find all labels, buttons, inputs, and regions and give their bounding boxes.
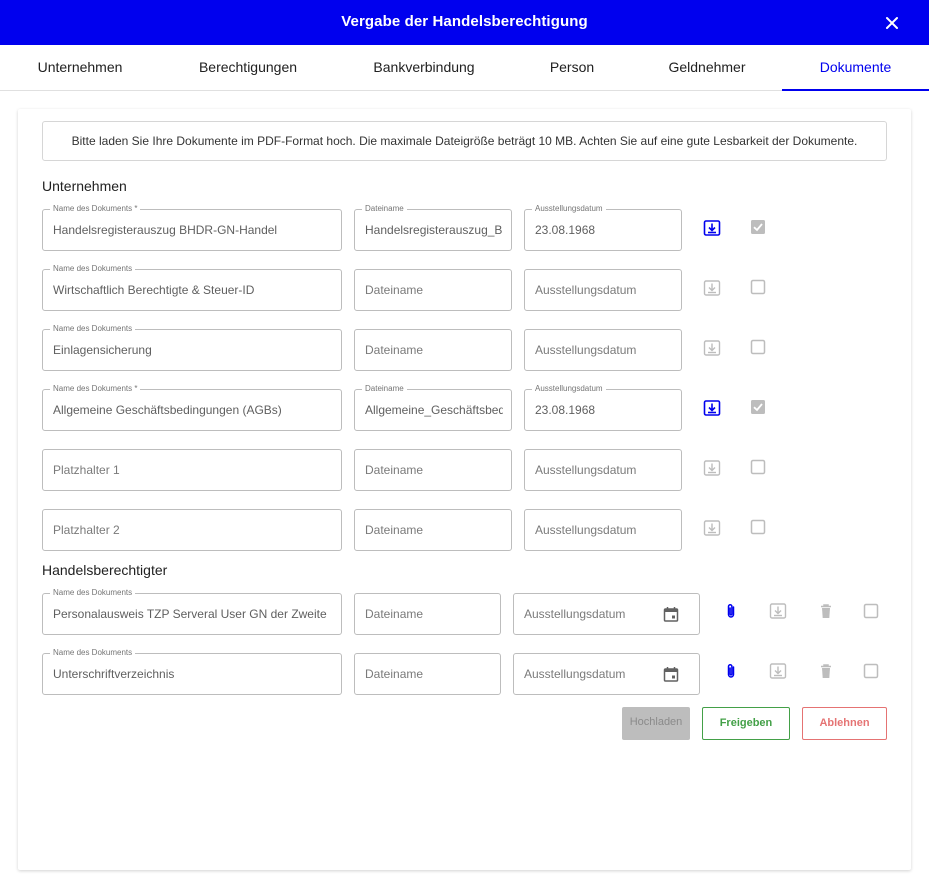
document-name-field[interactable]: Name des Dokuments Einlagensicherung [42, 324, 342, 371]
checkbox-icon[interactable] [750, 519, 766, 535]
paperclip-icon[interactable] [722, 662, 740, 680]
download-icon [703, 520, 721, 536]
tab-person[interactable]: Person [512, 45, 632, 91]
document-name-field[interactable]: Platzhalter 1 [42, 449, 342, 491]
checkbox-icon[interactable] [863, 603, 879, 619]
tab-unternehmen[interactable]: Unternehmen [0, 45, 160, 91]
checkbox-icon[interactable] [750, 339, 766, 355]
checkbox-icon[interactable] [750, 279, 766, 295]
tab-dokumente[interactable]: Dokumente [782, 45, 929, 91]
field-label: Name des Dokuments [50, 324, 136, 334]
field-value: Unterschriftverzeichnis [53, 667, 175, 681]
issue-date-field[interactable]: Ausstellungsdatum [513, 593, 700, 635]
issue-date-field[interactable]: Ausstellungsdatum [524, 449, 682, 491]
document-name-field[interactable]: Name des Dokuments Personalausweis TZP S… [42, 588, 342, 635]
field-label: Name des Dokuments [50, 264, 136, 274]
tab-bar: Unternehmen Berechtigungen Bankverbindun… [0, 45, 929, 91]
field-label: Dateiname [362, 204, 407, 214]
file-name-field[interactable]: Dateiname [354, 449, 512, 491]
dialog-title: Vergabe der Handelsberechtigung [341, 13, 588, 30]
document-name-field[interactable]: Name des Dokuments * Allgemeine Geschäft… [42, 384, 342, 431]
file-name-field[interactable]: Dateiname Allgemeine_Geschäftsbed [354, 384, 512, 431]
field-label: Dateiname [362, 384, 407, 394]
paperclip-icon[interactable] [722, 602, 740, 620]
file-name-field[interactable]: Dateiname Handelsregisterauszug_B [354, 204, 512, 251]
field-value: Personalausweis TZP Serveral User GN der… [53, 607, 327, 621]
field-placeholder: Ausstellungsdatum [524, 667, 626, 681]
checkbox-icon[interactable] [750, 399, 766, 415]
section-title-trader: Handelsberechtigter [42, 562, 168, 578]
field-placeholder: Ausstellungsdatum [535, 283, 637, 297]
field-value: Handelsregisterauszug_B [365, 223, 503, 237]
tab-geldnehmer[interactable]: Geldnehmer [632, 45, 782, 91]
field-value: Einlagensicherung [53, 343, 152, 357]
field-placeholder: Dateiname [365, 523, 424, 537]
upload-button[interactable]: Hochladen [622, 707, 690, 740]
upload-notice: Bitte laden Sie Ihre Dokumente im PDF-Fo… [42, 121, 887, 161]
issue-date-field[interactable]: Ausstellungsdatum [513, 653, 700, 695]
field-value: 23.08.1968 [535, 223, 596, 237]
download-icon [769, 603, 787, 619]
checkbox-icon[interactable] [750, 459, 766, 475]
issue-date-field[interactable]: Ausstellungsdatum 23.08.1968 [524, 204, 682, 251]
close-icon[interactable] [882, 13, 902, 33]
field-label: Ausstellungsdatum [532, 384, 606, 394]
file-name-field[interactable]: Dateiname [354, 593, 501, 635]
section-title-company: Unternehmen [42, 178, 127, 194]
document-name-field[interactable]: Name des Dokuments Unterschriftverzeichn… [42, 648, 342, 695]
document-name-field[interactable]: Platzhalter 2 [42, 509, 342, 551]
reject-button[interactable]: Ablehnen [802, 707, 887, 740]
field-label: Name des Dokuments [50, 648, 136, 658]
field-value: Allgemeine Geschäftsbedingungen (AGBs) [53, 403, 282, 417]
field-placeholder: Dateiname [365, 463, 424, 477]
field-value: 23.08.1968 [535, 403, 596, 417]
field-placeholder: Ausstellungsdatum [524, 607, 626, 621]
file-name-field[interactable]: Dateiname [354, 653, 501, 695]
field-placeholder: Platzhalter 2 [53, 523, 120, 537]
download-icon [703, 340, 721, 356]
download-icon[interactable] [703, 399, 721, 417]
download-icon[interactable] [703, 219, 721, 237]
issue-date-field[interactable]: Ausstellungsdatum 23.08.1968 [524, 384, 682, 431]
dialog-titlebar: Vergabe der Handelsberechtigung [0, 0, 929, 45]
issue-date-field[interactable]: Ausstellungsdatum [524, 269, 682, 311]
field-placeholder: Dateiname [365, 343, 424, 357]
field-placeholder: Platzhalter 1 [53, 463, 120, 477]
trash-icon [821, 604, 831, 618]
tab-bankverbindung[interactable]: Bankverbindung [336, 45, 512, 91]
field-placeholder: Dateiname [365, 283, 424, 297]
file-name-field[interactable]: Dateiname [354, 329, 512, 371]
field-value: Allgemeine_Geschäftsbed [365, 403, 503, 417]
field-placeholder: Ausstellungsdatum [535, 463, 637, 477]
field-placeholder: Ausstellungsdatum [535, 343, 637, 357]
field-label: Name des Dokuments [50, 588, 136, 598]
field-value: Wirtschaftlich Berechtigte & Steuer-ID [53, 283, 255, 297]
tab-berechtigungen[interactable]: Berechtigungen [160, 45, 336, 91]
checkbox-icon[interactable] [863, 663, 879, 679]
checkbox-icon[interactable] [750, 219, 766, 235]
download-icon [703, 280, 721, 296]
field-placeholder: Dateiname [365, 667, 424, 681]
trash-icon [821, 664, 831, 678]
document-name-field[interactable]: Name des Dokuments Wirtschaftlich Berech… [42, 264, 342, 311]
field-label: Name des Dokuments * [50, 384, 141, 394]
file-name-field[interactable]: Dateiname [354, 509, 512, 551]
document-name-field[interactable]: Name des Dokuments * Handelsregisterausz… [42, 204, 342, 251]
download-icon [769, 663, 787, 679]
field-label: Name des Dokuments * [50, 204, 141, 214]
download-icon [703, 460, 721, 476]
field-label: Ausstellungsdatum [532, 204, 606, 214]
field-placeholder: Dateiname [365, 607, 424, 621]
issue-date-field[interactable]: Ausstellungsdatum [524, 329, 682, 371]
approve-button[interactable]: Freigeben [702, 707, 790, 740]
field-placeholder: Ausstellungsdatum [535, 523, 637, 537]
issue-date-field[interactable]: Ausstellungsdatum [524, 509, 682, 551]
field-value: Handelsregisterauszug BHDR-GN-Handel [53, 223, 278, 237]
file-name-field[interactable]: Dateiname [354, 269, 512, 311]
calendar-icon[interactable] [663, 606, 679, 622]
calendar-icon[interactable] [663, 666, 679, 682]
